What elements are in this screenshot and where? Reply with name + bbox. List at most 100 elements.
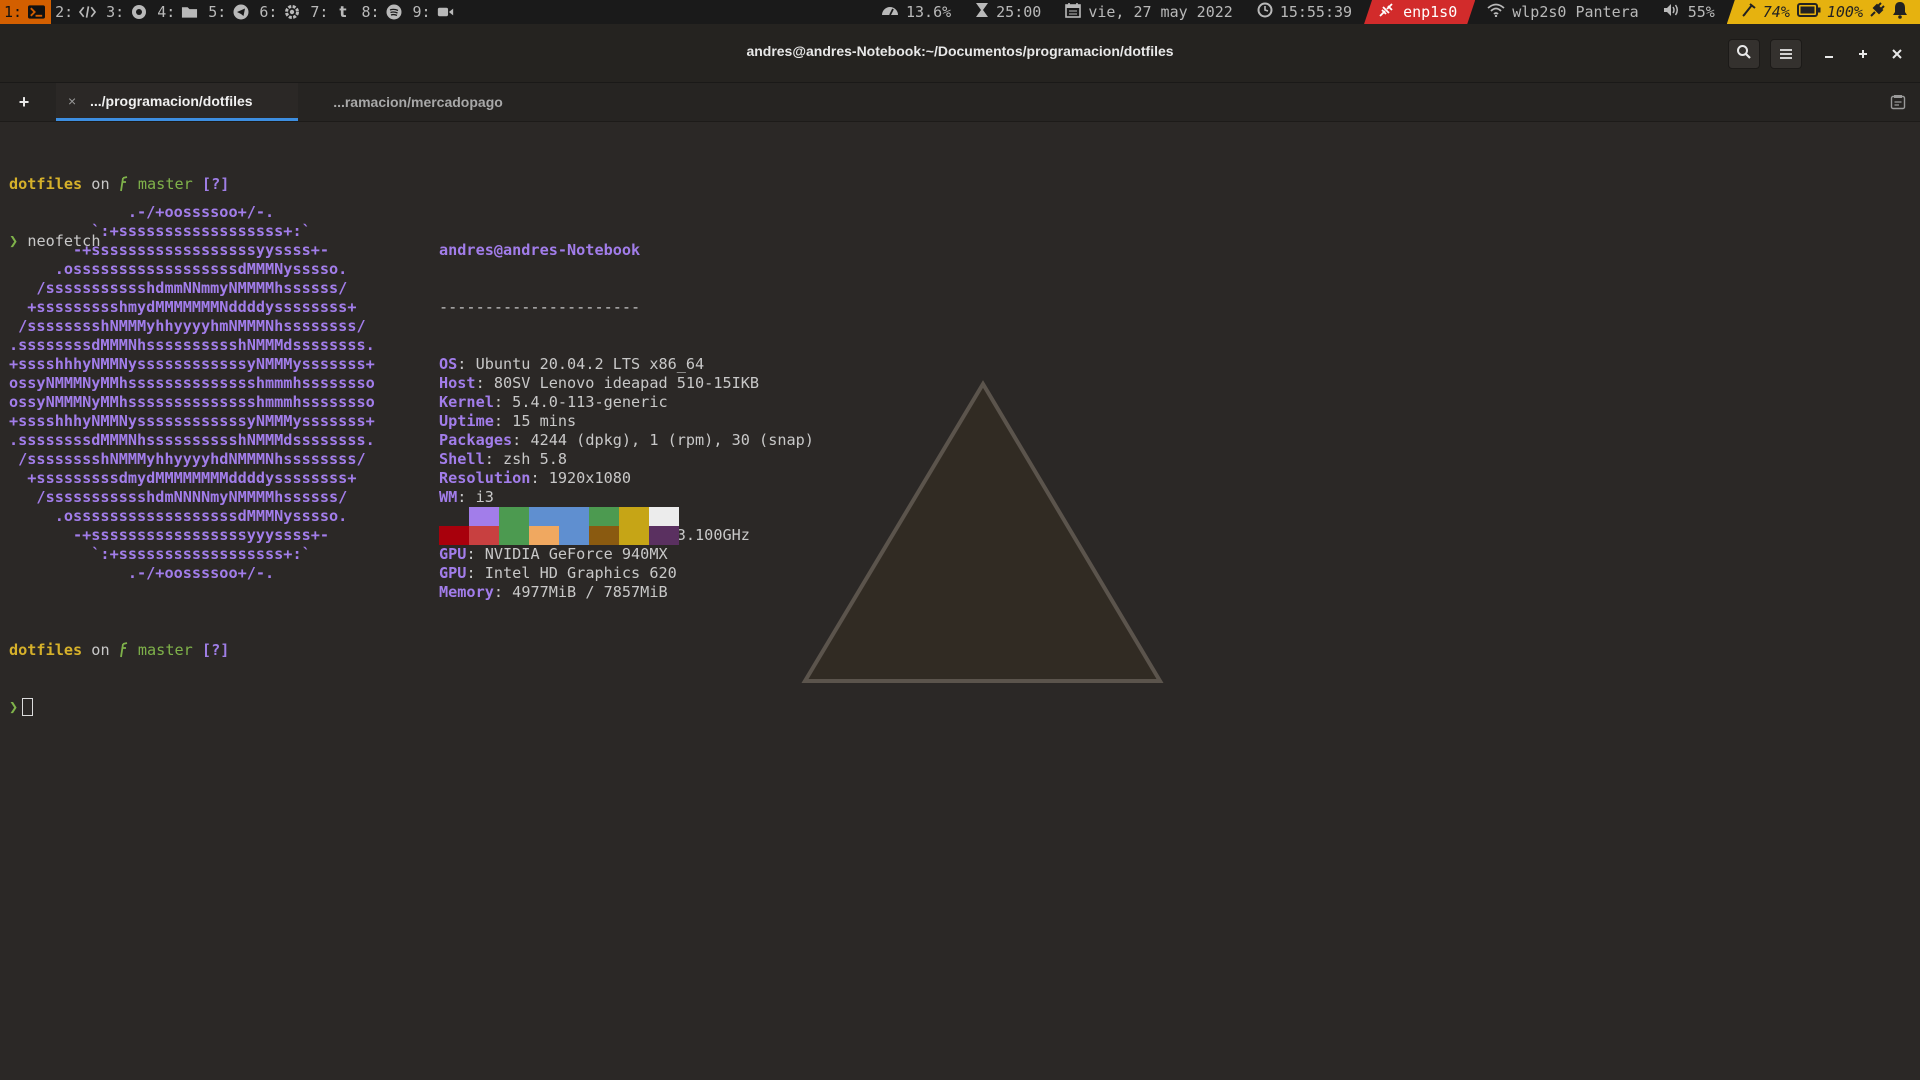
workspace-8[interactable]: 8: <box>357 0 408 24</box>
info-row: Kernel: 5.4.0-113-generic <box>439 393 668 411</box>
search-button[interactable] <box>1728 39 1760 69</box>
neofetch-info: andres@andres-Notebook -----------------… <box>439 203 814 640</box>
color-swatch <box>469 507 499 526</box>
info-value: 15 mins <box>512 412 577 430</box>
volume-block[interactable]: 55% <box>1651 0 1727 24</box>
gear-icon <box>283 4 300 21</box>
workspace-9[interactable]: 9: <box>409 0 460 24</box>
workspace-number: 1: <box>4 3 23 21</box>
ascii-line: -+ssssssssssssssssssyyssss+- <box>9 241 330 259</box>
maximize-button[interactable] <box>1851 39 1875 67</box>
brightness-segment: 74% <box>1741 2 1790 22</box>
git-branch-icon <box>119 641 138 659</box>
workspace-list: 1: 2: 3: 4: 5: 6: 7: t 8: 9: <box>0 0 460 24</box>
info-key: Shell <box>439 450 485 468</box>
workspace-number: 3: <box>106 3 125 21</box>
close-window-button[interactable] <box>1885 39 1909 67</box>
clock-icon <box>1257 2 1273 22</box>
cpu-block: 13.6% <box>869 0 963 24</box>
tab-history-icon[interactable] <box>1890 94 1906 110</box>
wifi-network: wlp2s0 Pantera <box>1512 3 1639 21</box>
tab-bar: + × .../programacion/dotfiles ...ramacio… <box>0 83 1920 122</box>
minimize-button[interactable] <box>1817 39 1841 67</box>
info-row: Host: 80SV Lenovo ideapad 510-15IKB <box>439 374 760 392</box>
info-value: 5.4.0-113-generic <box>512 393 668 411</box>
bell-icon[interactable] <box>1892 1 1908 23</box>
workspace-number: 7: <box>310 3 329 21</box>
info-row: OS: Ubuntu 20.04.2 LTS x86_64 <box>439 355 705 373</box>
folder-icon <box>181 4 198 21</box>
ascii-line: .-/+oossssoo+/-. <box>9 203 275 221</box>
workspace-3[interactable]: 3: <box>102 0 153 24</box>
date-value: vie, 27 may 2022 <box>1088 3 1233 21</box>
info-value: 4977MiB / 7857MiB <box>512 583 668 601</box>
ascii-line: /sssssssshNMMMyhhyyyyhdNMMMNhssssssss/ <box>9 450 366 468</box>
ethernet-interface: enp1s0 <box>1403 3 1458 21</box>
workspace-number: 6: <box>259 3 278 21</box>
calendar-icon <box>1065 2 1082 22</box>
plug-icon <box>1869 2 1885 22</box>
terminal-icon <box>28 4 46 21</box>
ascii-line: `:+ssssssssssssssssss+:` <box>9 222 311 240</box>
git-branch: master <box>137 175 193 193</box>
tab-mercadopago[interactable]: ...ramacion/mercadopago <box>298 83 538 121</box>
timer-block[interactable]: 25:00 <box>963 0 1053 24</box>
prompt-directory: dotfiles <box>9 641 83 659</box>
search-icon <box>1736 44 1752 64</box>
ascii-line: /ssssssssssshdmmNNmmyNMMMMhssssss/ <box>9 279 348 297</box>
info-key: OS <box>439 355 458 373</box>
ascii-line: +sssshhhyNMMNyssssssssssssyNMMMysssssss+ <box>9 355 375 373</box>
workspace-1[interactable]: 1: <box>0 0 52 24</box>
text-cursor <box>22 698 34 716</box>
ascii-line: .ssssssssdMMMNhsssssssssshNMMMdssssssss. <box>9 431 375 449</box>
ascii-line: ossyNMMMNyMMhsssssssssssssshmmmhssssssso <box>9 393 375 411</box>
color-swatch <box>529 507 559 526</box>
volume-level: 55% <box>1687 3 1715 21</box>
user-host: andres@andres-Notebook <box>439 241 641 259</box>
info-row: Packages: 4244 (dpkg), 1 (rpm), 30 (snap… <box>439 431 814 449</box>
cpu-usage: 13.6% <box>906 3 952 21</box>
color-swatch <box>559 526 589 545</box>
workspace-4[interactable]: 4: <box>153 0 204 24</box>
input-line[interactable]: ❯ <box>9 698 229 717</box>
prompt-line: dotfiles on master [?] <box>9 175 229 194</box>
git-status: [?] <box>201 175 230 193</box>
workspace-2[interactable]: 2: <box>51 0 102 24</box>
time-value: 15:55:39 <box>1279 3 1353 21</box>
info-key: Kernel <box>439 393 494 411</box>
workspace-7[interactable]: 7: t <box>306 0 357 24</box>
workspace-5[interactable]: 5: <box>204 0 255 24</box>
color-swatch <box>619 507 649 526</box>
status-blocks: 13.6% 25:00 vie, 27 may 2022 15:55:39 en… <box>869 0 1920 24</box>
info-key: Uptime <box>439 412 494 430</box>
ascii-line: +sssshhhyNMMNyssssssssssssyNMMMysssssss+ <box>9 412 375 430</box>
prompt-line: dotfiles on master [?] <box>9 641 229 660</box>
close-tab-icon[interactable]: × <box>68 93 80 109</box>
info-key: Memory <box>439 583 494 601</box>
color-swatch <box>559 507 589 526</box>
color-swatch <box>649 507 679 526</box>
wifi-block: wlp2s0 Pantera <box>1475 0 1650 24</box>
prompt-symbol: ❯ <box>9 698 19 716</box>
workspace-number: 9: <box>412 3 431 21</box>
menu-button[interactable] <box>1770 39 1802 69</box>
code-icon <box>79 4 97 21</box>
info-rows: OS: Ubuntu 20.04.2 LTS x86_64 Host: 80SV … <box>439 355 814 602</box>
ethernet-disconnected-icon <box>1378 2 1396 22</box>
terminal-window: andres@andres-Notebook:~/Documentos/prog… <box>0 24 1920 1080</box>
workspace-6[interactable]: 6: <box>255 0 306 24</box>
tab-dotfiles[interactable]: × .../programacion/dotfiles <box>56 83 298 121</box>
battery-segment: 100% <box>1796 2 1885 22</box>
workspace-number: 8: <box>361 3 380 21</box>
info-value: 80SV Lenovo ideapad 510-15IKB <box>493 374 760 392</box>
color-palette <box>439 507 679 545</box>
terminal-prompt-2[interactable]: dotfiles on master [?] ❯ <box>9 603 229 755</box>
info-separator: ---------------------- <box>439 298 641 316</box>
new-tab-button[interactable]: + <box>12 90 36 114</box>
prompt-directory: dotfiles <box>9 175 83 193</box>
spotify-icon <box>386 4 403 21</box>
git-status: [?] <box>201 641 230 659</box>
info-value: zsh 5.8 <box>503 450 568 468</box>
info-row: Uptime: 15 mins <box>439 412 577 430</box>
wifi-icon <box>1487 3 1505 21</box>
